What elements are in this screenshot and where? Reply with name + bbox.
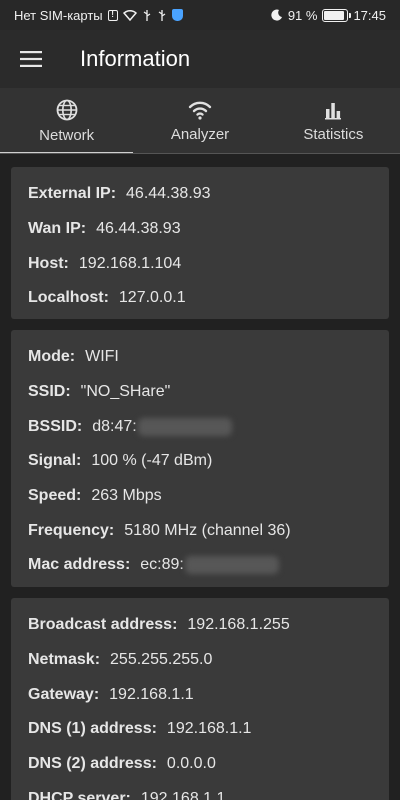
ip-card: External IP: 46.44.38.93 Wan IP: 46.44.38.… (11, 167, 389, 319)
info-key: Signal: (28, 452, 82, 470)
info-value: 192.168.1.255 (187, 616, 290, 634)
info-row-wan-ip: Wan IP: 46.44.38.93 (28, 212, 372, 247)
tab-network[interactable]: Network (0, 88, 134, 154)
globe-icon (56, 99, 78, 120)
info-row-dns2: DNS (2) address: 0.0.0.0 (28, 747, 372, 782)
info-row-external-ip: External IP: 46.44.38.93 (28, 177, 372, 212)
info-key: Localhost: (28, 289, 109, 307)
status-bar-left: Нет SIM-карты ! (14, 8, 183, 23)
tab-bar: Network Analyzer Statistics (0, 88, 400, 154)
battery-icon (322, 8, 352, 22)
notification-icon: ! (107, 9, 118, 21)
moon-icon (271, 9, 282, 21)
info-key: Speed: (28, 487, 82, 505)
info-key: Frequency: (28, 521, 115, 539)
clock: 17:45 (353, 7, 386, 23)
info-row-host: Host: 192.168.1.104 (28, 246, 372, 281)
info-key: Wan IP: (28, 220, 87, 238)
info-value: 255.255.255.0 (110, 651, 213, 669)
info-value: 5180 MHz (channel 36) (124, 521, 291, 539)
info-value: 0.0.0.0 (166, 755, 216, 773)
info-key: BSSID: (28, 417, 83, 435)
info-row-gateway: Gateway: 192.168.1.1 (28, 677, 372, 712)
info-value: "NO_SHare" (80, 383, 171, 401)
info-value: 192.168.1.1 (109, 685, 194, 703)
page-title: Information (80, 46, 191, 71)
info-value: d8:47: (92, 417, 137, 435)
info-row-mode: Mode: WIFI (28, 340, 372, 375)
info-key: DHCP server: (28, 789, 131, 800)
wifi-icon (122, 9, 137, 21)
tab-divider (0, 153, 400, 154)
wifi-card: Mode: WIFI SSID: "NO_SHare" BSSID: d8:47: S… (11, 330, 389, 587)
carrier-text: Нет SIM-карты (14, 7, 103, 23)
redacted-blur (137, 417, 232, 436)
info-row-dns1: DNS (1) address: 192.168.1.1 (28, 712, 372, 747)
info-key: External IP: (28, 185, 117, 203)
tab-statistics[interactable]: Statistics (267, 88, 400, 154)
info-value: 263 Mbps (91, 487, 162, 505)
usb-icon (143, 9, 151, 21)
usb-debug-icon (158, 9, 166, 21)
info-value: 192.168.1.1 (166, 720, 252, 738)
info-value: 192.168.1.1 (140, 789, 226, 800)
info-row-dhcp-server: DHCP server: 192.168.1.1 (28, 781, 372, 800)
info-row-ssid: SSID: "NO_SHare" (28, 375, 372, 410)
bar-chart-icon (325, 102, 342, 119)
info-key: Host: (28, 254, 69, 272)
info-row-mac-address: Mac address: ec:89: (28, 548, 372, 583)
status-bar: Нет SIM-карты ! 91 % 17:45 (0, 0, 400, 30)
tab-label: Analyzer (170, 125, 230, 143)
shield-icon (171, 9, 183, 21)
info-key: Gateway: (28, 685, 100, 703)
info-row-frequency: Frequency: 5180 MHz (channel 36) (28, 513, 372, 548)
battery-fill (324, 10, 345, 20)
info-row-speed: Speed: 263 Mbps (28, 479, 372, 514)
tab-label: Statistics (303, 125, 364, 143)
redacted-blur (184, 556, 279, 575)
info-key: Netmask: (28, 651, 101, 669)
info-value: WIFI (85, 348, 119, 366)
info-key: Mode: (28, 348, 76, 366)
info-row-localhost: Localhost: 127.0.0.1 (28, 281, 372, 316)
info-value: 46.44.38.93 (96, 220, 181, 238)
battery-percent: 91 % (287, 7, 318, 23)
info-value: 192.168.1.104 (78, 254, 182, 272)
info-value: 100 % (-47 dBm) (91, 452, 213, 470)
hamburger-menu-icon[interactable] (0, 30, 62, 88)
tab-analyzer[interactable]: Analyzer (133, 88, 266, 154)
info-key: Mac address: (28, 556, 131, 574)
info-value: 46.44.38.93 (126, 185, 211, 203)
status-bar-right: 91 % 17:45 (271, 8, 386, 23)
info-value: ec:89: (140, 556, 184, 574)
info-row-signal: Signal: 100 % (-47 dBm) (28, 444, 372, 479)
app-bar: Information (0, 30, 400, 88)
info-key: DNS (2) address: (28, 755, 157, 773)
wifi-icon (188, 101, 212, 120)
info-key: SSID: (28, 383, 71, 401)
dhcp-card: Broadcast address: 192.168.1.255 Netmask:… (11, 598, 389, 800)
info-key: DNS (1) address: (28, 720, 157, 738)
info-row-netmask: Netmask: 255.255.255.0 (28, 643, 372, 678)
info-row-broadcast-address: Broadcast address: 192.168.1.255 (28, 608, 372, 643)
info-row-bssid: BSSID: d8:47: (28, 409, 372, 444)
info-value: 127.0.0.1 (118, 289, 186, 307)
info-key: Broadcast address: (28, 616, 178, 634)
tab-label: Network (39, 126, 95, 144)
network-info-list[interactable]: External IP: 46.44.38.93 Wan IP: 46.44.38.… (0, 155, 400, 800)
